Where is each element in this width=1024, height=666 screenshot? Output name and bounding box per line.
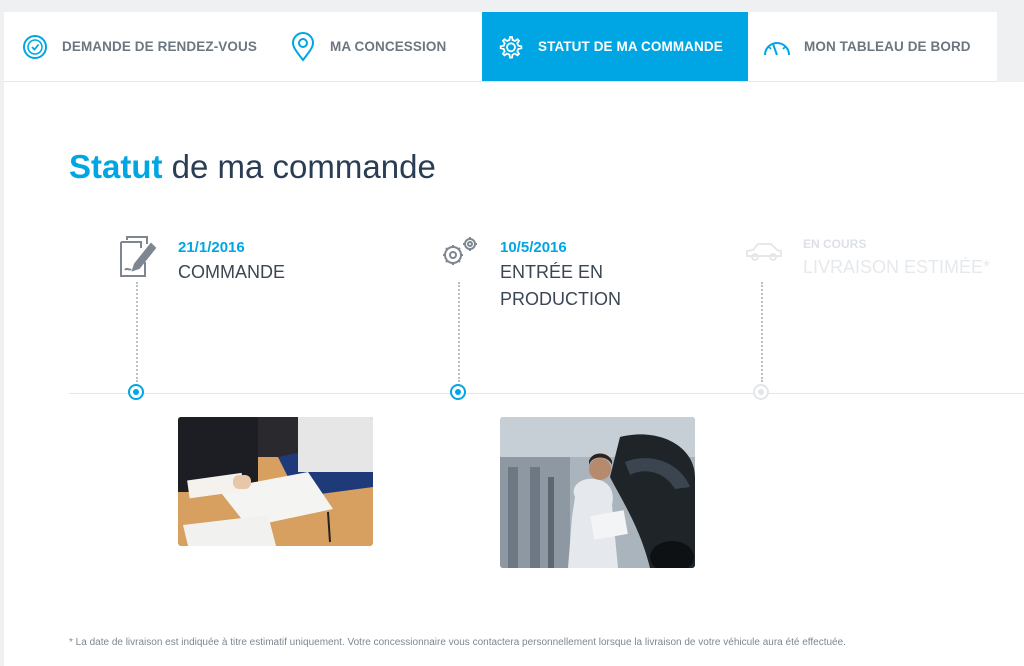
tab-label: DEMANDE DE RENDEZ-VOUS xyxy=(62,39,257,54)
tab-demande-de-rendez-vous[interactable]: DEMANDE DE RENDEZ-VOUS xyxy=(4,12,274,81)
step-date: 21/1/2016 xyxy=(178,239,245,256)
contract-signing-photo xyxy=(178,417,373,546)
tab-label: STATUT DE MA COMMANDE xyxy=(538,39,723,54)
document-signature-icon xyxy=(117,234,159,282)
step-date: EN COURS xyxy=(803,237,867,251)
clock-icon xyxy=(20,32,50,62)
tab-label: MON TABLEAU DE BORD xyxy=(804,39,971,54)
gear-icon xyxy=(496,32,526,62)
factory-worker-photo xyxy=(500,417,695,568)
car-icon xyxy=(744,240,784,266)
gears-icon xyxy=(440,236,480,272)
step-label: COMMANDE xyxy=(178,262,285,282)
timeline-dot-pending xyxy=(753,384,769,400)
step-date: 10/5/2016 xyxy=(500,239,567,256)
step-connector xyxy=(458,282,460,382)
timeline-dot-completed xyxy=(128,384,144,400)
step-label: LIVRAISON ESTIMÉE* xyxy=(803,257,991,277)
top-navigation: DEMANDE DE RENDEZ-VOUS MA CONCESSION STA… xyxy=(4,12,997,82)
page-title-strong: Statut xyxy=(69,148,163,185)
tab-mon-tableau-de-bord[interactable]: MON TABLEAU DE BORD xyxy=(748,12,997,81)
location-pin-icon xyxy=(288,31,318,62)
tab-label: MA CONCESSION xyxy=(330,39,447,54)
step-label-line2: PRODUCTION xyxy=(500,289,621,309)
step-connector xyxy=(136,282,138,382)
page-title: Statut de ma commande xyxy=(69,148,436,186)
page-frame-top xyxy=(0,0,1024,12)
timeline-dot-completed xyxy=(450,384,466,400)
page-title-rest: de ma commande xyxy=(162,148,436,185)
page-frame-right xyxy=(997,0,1024,82)
step-connector xyxy=(761,282,763,382)
tab-ma-concession[interactable]: MA CONCESSION xyxy=(274,12,482,81)
step-label-line1: ENTRÉE EN xyxy=(500,262,604,282)
timeline-axis xyxy=(69,393,1024,394)
step-label: ENTRÉE EN PRODUCTION xyxy=(500,259,621,313)
speedometer-icon xyxy=(762,32,792,62)
page-frame-left xyxy=(0,0,4,666)
tab-statut-de-ma-commande[interactable]: STATUT DE MA COMMANDE xyxy=(482,12,748,81)
delivery-disclaimer: * La date de livraison est indiquée à ti… xyxy=(69,637,846,648)
